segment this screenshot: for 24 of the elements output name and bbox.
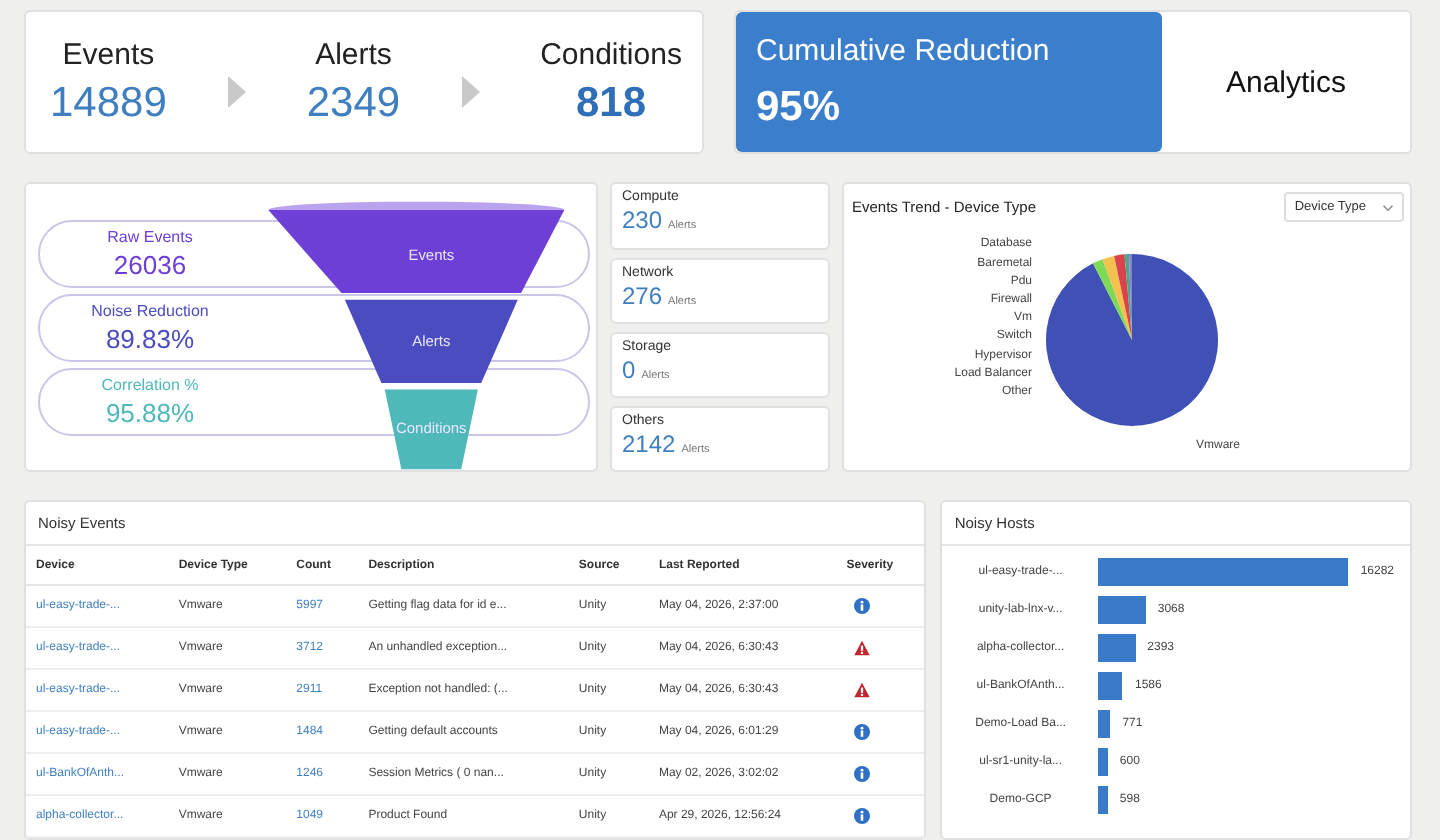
segment-label: Alerts xyxy=(412,332,451,351)
stage-value: 2349 xyxy=(306,79,401,128)
stat-label: Noise Reduction xyxy=(89,302,211,321)
stat-label: Correlation % xyxy=(99,376,201,395)
stat-value: 89.83% xyxy=(103,324,197,355)
stage-label: Events xyxy=(62,37,155,72)
stage-value: 14889 xyxy=(50,79,167,128)
stat-label: Raw Events xyxy=(105,228,195,247)
reduction-value: 95% xyxy=(756,83,843,132)
alert-count: 230 xyxy=(622,206,663,235)
reduction-label: Cumulative Reduction xyxy=(756,33,1052,68)
stage-label: Conditions xyxy=(540,37,682,72)
alert-count: 276 xyxy=(622,281,663,309)
segment-label: Events xyxy=(408,246,455,265)
stage-label: Alerts xyxy=(315,37,392,72)
stage-value: 818 xyxy=(575,79,647,128)
alert-count: 2142 xyxy=(622,429,676,458)
chevron-icon xyxy=(460,76,481,109)
stat-value: 26036 xyxy=(111,250,189,281)
caret-icon xyxy=(1382,203,1394,212)
chevron-icon xyxy=(226,76,247,109)
segment-label: Conditions xyxy=(396,419,467,438)
alert-count: 0 xyxy=(622,355,636,384)
stat-value: 95.88% xyxy=(103,398,197,429)
